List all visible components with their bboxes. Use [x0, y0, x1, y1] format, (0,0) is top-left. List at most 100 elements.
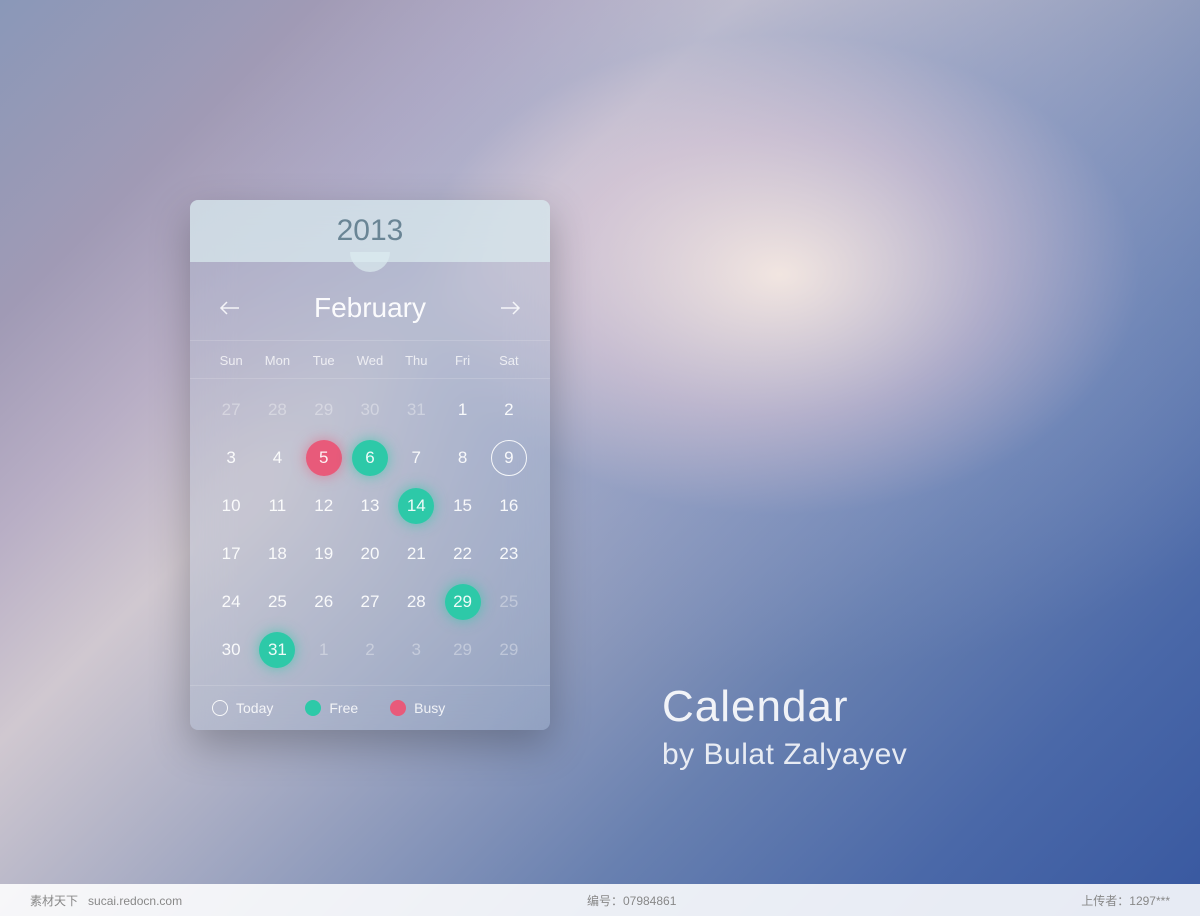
- month-navigation: February: [190, 270, 550, 341]
- weekday-label: Tue: [301, 353, 347, 368]
- day-cell[interactable]: 25: [254, 579, 300, 625]
- day-number: 18: [268, 544, 287, 564]
- days-grid: 2728293031123456789101112131415161718192…: [190, 379, 550, 685]
- day-number: 24: [222, 592, 241, 612]
- weekday-label: Fri: [439, 353, 485, 368]
- day-cell[interactable]: 12: [301, 483, 347, 529]
- day-cell[interactable]: 30: [208, 627, 254, 673]
- next-month-button[interactable]: [498, 296, 522, 320]
- day-cell[interactable]: 26: [301, 579, 347, 625]
- footer-site-url: sucai.redocn.com: [88, 894, 182, 908]
- free-dot-icon: [305, 700, 321, 716]
- day-cell[interactable]: 1: [301, 627, 347, 673]
- day-cell[interactable]: 29: [486, 627, 532, 673]
- day-cell[interactable]: 3: [393, 627, 439, 673]
- day-number: 30: [361, 400, 380, 420]
- month-label: February: [314, 292, 426, 324]
- day-cell[interactable]: 19: [301, 531, 347, 577]
- day-cell[interactable]: 9: [486, 435, 532, 481]
- day-cell[interactable]: 13: [347, 483, 393, 529]
- legend: Today Free Busy: [190, 685, 550, 730]
- day-cell[interactable]: 4: [254, 435, 300, 481]
- day-cell[interactable]: 25: [486, 579, 532, 625]
- day-cell[interactable]: 16: [486, 483, 532, 529]
- day-cell[interactable]: 15: [439, 483, 485, 529]
- footer-bar: 素材天下 sucai.redocn.com 编号：07984861 上传者：12…: [0, 884, 1200, 916]
- day-cell[interactable]: 27: [347, 579, 393, 625]
- day-number: 20: [361, 544, 380, 564]
- day-number: 2: [365, 640, 374, 660]
- weekday-label: Thu: [393, 353, 439, 368]
- weekday-label: Wed: [347, 353, 393, 368]
- day-cell[interactable]: 2: [347, 627, 393, 673]
- day-number: 31: [268, 640, 287, 660]
- day-cell[interactable]: 31: [393, 387, 439, 433]
- day-cell[interactable]: 2: [486, 387, 532, 433]
- legend-busy-label: Busy: [414, 700, 445, 716]
- author-line: by Bulat Zalyayev: [662, 738, 907, 772]
- day-number: 31: [407, 400, 426, 420]
- year-header[interactable]: 2013: [190, 200, 550, 262]
- footer-uploader-value: 1297***: [1129, 894, 1170, 908]
- day-number: 19: [314, 544, 333, 564]
- today-dot-icon: [212, 700, 228, 716]
- prev-month-button[interactable]: [218, 296, 242, 320]
- footer-uploader-label: 上传者：: [1081, 894, 1129, 908]
- day-number: 28: [407, 592, 426, 612]
- day-cell[interactable]: 28: [254, 387, 300, 433]
- day-cell[interactable]: 29: [439, 627, 485, 673]
- day-cell[interactable]: 6: [347, 435, 393, 481]
- day-number: 29: [499, 640, 518, 660]
- day-number: 9: [504, 448, 513, 468]
- day-number: 1: [458, 400, 467, 420]
- day-number: 15: [453, 496, 472, 516]
- day-cell[interactable]: 10: [208, 483, 254, 529]
- day-number: 23: [499, 544, 518, 564]
- weekday-label: Sat: [486, 353, 532, 368]
- day-number: 29: [314, 400, 333, 420]
- day-cell[interactable]: 7: [393, 435, 439, 481]
- day-cell[interactable]: 5: [301, 435, 347, 481]
- day-cell[interactable]: 3: [208, 435, 254, 481]
- day-number: 22: [453, 544, 472, 564]
- footer-id-value: 07984861: [623, 894, 676, 908]
- arrow-left-icon: [219, 300, 241, 316]
- day-number: 27: [222, 400, 241, 420]
- footer-id-label: 编号：: [587, 894, 623, 908]
- day-number: 17: [222, 544, 241, 564]
- day-number: 8: [458, 448, 467, 468]
- day-cell[interactable]: 28: [393, 579, 439, 625]
- day-cell[interactable]: 17: [208, 531, 254, 577]
- legend-today-label: Today: [236, 700, 273, 716]
- day-cell[interactable]: 31: [254, 627, 300, 673]
- day-number: 29: [453, 640, 472, 660]
- day-cell[interactable]: 29: [301, 387, 347, 433]
- day-cell[interactable]: 8: [439, 435, 485, 481]
- day-cell[interactable]: 22: [439, 531, 485, 577]
- day-cell[interactable]: 27: [208, 387, 254, 433]
- day-number: 6: [365, 448, 374, 468]
- day-number: 5: [319, 448, 328, 468]
- day-cell[interactable]: 11: [254, 483, 300, 529]
- day-cell[interactable]: 20: [347, 531, 393, 577]
- day-cell[interactable]: 14: [393, 483, 439, 529]
- day-number: 7: [412, 448, 421, 468]
- day-cell[interactable]: 23: [486, 531, 532, 577]
- day-cell[interactable]: 1: [439, 387, 485, 433]
- day-cell[interactable]: 21: [393, 531, 439, 577]
- day-cell[interactable]: 24: [208, 579, 254, 625]
- day-cell[interactable]: 29: [439, 579, 485, 625]
- title-block: Calendar by Bulat Zalyayev: [662, 682, 907, 772]
- busy-dot-icon: [390, 700, 406, 716]
- day-number: 21: [407, 544, 426, 564]
- day-cell[interactable]: 30: [347, 387, 393, 433]
- weekday-label: Sun: [208, 353, 254, 368]
- day-number: 10: [222, 496, 241, 516]
- day-number: 2: [504, 400, 513, 420]
- day-number: 25: [268, 592, 287, 612]
- day-number: 28: [268, 400, 287, 420]
- day-cell[interactable]: 18: [254, 531, 300, 577]
- page-title: Calendar: [662, 682, 907, 732]
- day-number: 13: [361, 496, 380, 516]
- day-number: 29: [453, 592, 472, 612]
